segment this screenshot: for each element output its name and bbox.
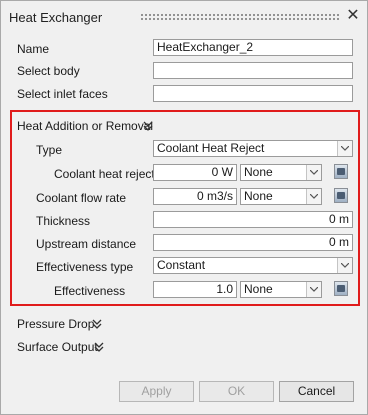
select-inlet-faces-field[interactable] [153, 85, 353, 102]
expression-editor-icon[interactable] [334, 164, 348, 179]
chevron-down-icon[interactable] [337, 258, 352, 273]
coolant-heat-reject-unit-value: None [244, 165, 273, 179]
select-inlet-faces-label: Select inlet faces [17, 87, 108, 101]
type-select-value: Coolant Heat Reject [157, 141, 265, 155]
surface-output-section-title[interactable]: Surface Output [17, 340, 98, 354]
select-body-label: Select body [17, 64, 80, 78]
effectiveness-unit-value: None [244, 282, 273, 296]
coolant-flow-rate-unit-select[interactable]: None [240, 188, 322, 205]
chevron-collapse-icon[interactable] [143, 121, 153, 131]
coolant-heat-reject-field[interactable]: 0 W [153, 164, 237, 181]
effectiveness-label: Effectiveness [54, 284, 126, 298]
effectiveness-type-label: Effectiveness type [36, 260, 134, 274]
effectiveness-type-value: Constant [157, 258, 206, 272]
chevron-expand-icon[interactable] [92, 319, 102, 329]
title-bar[interactable]: Heat Exchanger ✕ [1, 1, 367, 31]
pressure-drop-section-title[interactable]: Pressure Drop [17, 317, 94, 331]
heat-exchanger-dialog: Heat Exchanger ✕ Name HeatExchanger_2 Se… [0, 0, 368, 415]
upstream-distance-label: Upstream distance [36, 237, 137, 251]
effectiveness-type-select[interactable]: Constant [153, 257, 353, 274]
chevron-expand-icon[interactable] [94, 342, 104, 352]
cancel-button[interactable]: Cancel [279, 381, 354, 402]
drag-grip-icon[interactable] [140, 13, 340, 21]
ok-button[interactable]: OK [199, 381, 274, 402]
name-label: Name [17, 42, 50, 56]
apply-button[interactable]: Apply [119, 381, 194, 402]
effectiveness-field[interactable]: 1.0 [153, 281, 237, 298]
dialog-title: Heat Exchanger [9, 10, 103, 25]
effectiveness-unit-select[interactable]: None [240, 281, 322, 298]
coolant-heat-reject-label: Coolant heat reject [54, 167, 155, 181]
chevron-down-icon[interactable] [306, 282, 321, 297]
type-select[interactable]: Coolant Heat Reject [153, 140, 353, 157]
close-icon[interactable]: ✕ [346, 8, 360, 24]
chevron-down-icon[interactable] [306, 165, 321, 180]
chevron-down-icon[interactable] [306, 189, 321, 204]
coolant-flow-rate-field[interactable]: 0 m3/s [153, 188, 237, 205]
coolant-heat-reject-unit-select[interactable]: None [240, 164, 322, 181]
name-field[interactable]: HeatExchanger_2 [153, 39, 353, 56]
upstream-distance-field[interactable]: 0 m [153, 234, 353, 251]
heat-addition-section-title[interactable]: Heat Addition or Removal [17, 119, 153, 133]
expression-editor-icon[interactable] [334, 281, 348, 296]
coolant-flow-rate-label: Coolant flow rate [36, 191, 127, 205]
select-body-field[interactable] [153, 62, 353, 79]
type-label: Type [36, 143, 63, 157]
chevron-down-icon[interactable] [337, 141, 352, 156]
expression-editor-icon[interactable] [334, 188, 348, 203]
thickness-label: Thickness [36, 214, 91, 228]
coolant-flow-rate-unit-value: None [244, 189, 273, 203]
thickness-field[interactable]: 0 m [153, 211, 353, 228]
